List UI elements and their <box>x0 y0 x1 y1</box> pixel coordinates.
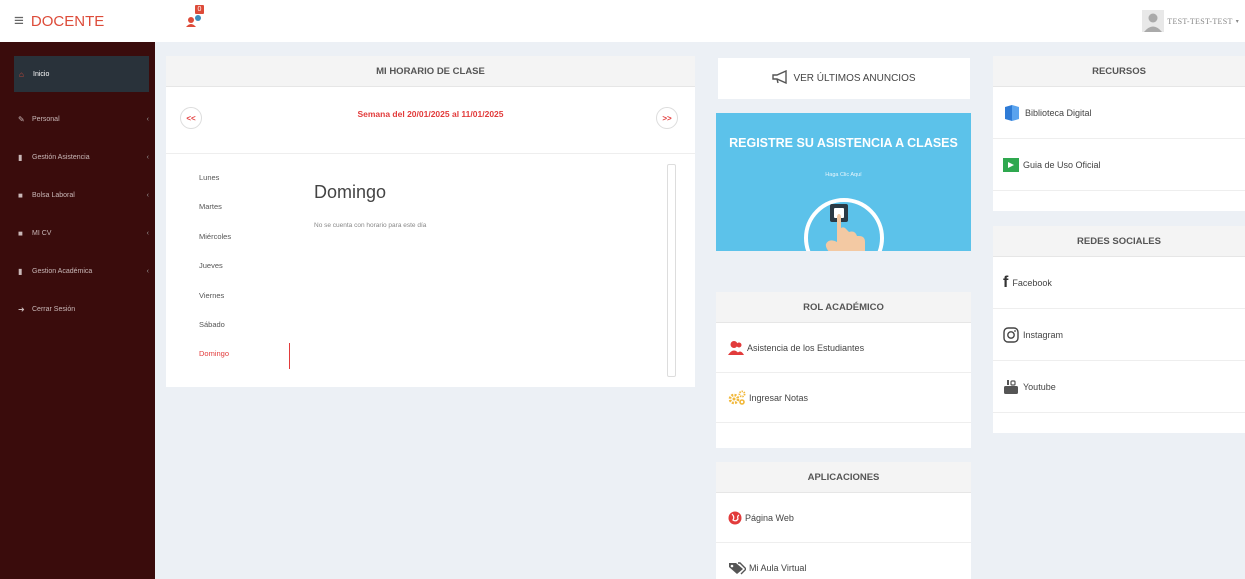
virtual-classroom-link[interactable]: Mi Aula Virtual <box>716 543 971 579</box>
bullhorn-icon <box>772 69 790 87</box>
hamburger-icon: ≡ <box>14 11 24 30</box>
student-attendance-link[interactable]: Asistencia de los Estudiantes <box>716 323 971 373</box>
day-miercoles[interactable]: Miércoles <box>199 232 289 261</box>
day-list: Lunes Martes Miércoles Jueves Viernes Sá… <box>199 173 289 379</box>
scrollbar[interactable] <box>667 164 676 377</box>
facebook-icon: f <box>1003 273 1009 291</box>
banner-subtitle: Haga Clic Aquí <box>825 172 862 178</box>
day-sabado[interactable]: Sábado <box>199 320 289 349</box>
enter-grades-label: Ingresar Notas <box>749 392 809 403</box>
sidebar-item-label: Personal <box>32 115 60 123</box>
sidebar-item-gestion-asistencia[interactable]: ▮ Gestión Asistencia ‹ <box>0 138 155 176</box>
facebook-link[interactable]: f Facebook <box>993 257 1245 309</box>
schedule-panel: MI HORARIO DE CLASE << Semana del 20/01/… <box>166 56 695 387</box>
sidebar: ⌂ Inicio ✎ Personal ‹ ▮ Gestión Asistenc… <box>0 42 155 579</box>
hand-touch-icon <box>804 198 884 251</box>
instagram-icon <box>1003 326 1019 343</box>
view-announcements-button[interactable]: VER ÚLTIMOS ANUNCIOS <box>718 58 970 99</box>
empty-schedule-message: No se cuenta con horario para este día <box>314 222 427 229</box>
bookmark-icon: ▮ <box>18 152 23 162</box>
day-martes[interactable]: Martes <box>199 202 289 231</box>
resources-panel: RECURSOS Biblioteca Digital Guia de Uso … <box>993 56 1245 211</box>
user-name: TEST-TEST-TEST <box>1167 16 1233 26</box>
selected-day-marker <box>289 343 290 369</box>
sidebar-item-mi-cv[interactable]: ■ MI CV ‹ <box>0 214 155 252</box>
register-attendance-banner[interactable]: REGISTRE SU ASISTENCIA A CLASES Haga Cli… <box>716 113 971 251</box>
academic-role-panel: ROL ACADÉMICO Asistencia de los Estudian… <box>716 292 971 448</box>
week-label: Semana del 20/01/2025 al 11/01/2025 <box>357 109 504 119</box>
edit-icon: ✎ <box>18 114 25 124</box>
chevron-left-icon: ‹ <box>146 115 149 123</box>
sidebar-item-cerrar-sesion[interactable]: ➜ Cerrar Sesión <box>0 290 155 328</box>
youtube-label: Youtube <box>1023 381 1056 392</box>
top-navbar: ≡ DOCENTE 0 TEST-TEST-TEST ▾ <box>0 0 1245 42</box>
banner-title: REGISTRE SU ASISTENCIA A CLASES <box>729 136 958 150</box>
selected-day-title: Domingo <box>314 182 387 202</box>
guide-icon <box>1003 157 1019 172</box>
announcements-label: VER ÚLTIMOS ANUNCIOS <box>793 73 916 84</box>
enter-grades-link[interactable]: Ingresar Notas <box>716 373 971 423</box>
day-viernes[interactable]: Viernes <box>199 291 289 320</box>
youtube-link[interactable]: Youtube <box>993 361 1245 413</box>
library-icon <box>1003 104 1021 122</box>
instagram-link[interactable]: Instagram <box>993 309 1245 361</box>
week-navigator: << Semana del 20/01/2025 al 11/01/2025 >… <box>166 87 695 153</box>
sidebar-toggle[interactable]: ≡ DOCENTE <box>0 0 155 42</box>
official-guide-label: Guia de Uso Oficial <box>1023 159 1101 170</box>
sidebar-item-label: Gestion Académica <box>32 267 93 275</box>
bookmark-icon: ▮ <box>18 266 23 276</box>
user-menu[interactable]: TEST-TEST-TEST ▾ <box>1142 10 1239 32</box>
digital-library-link[interactable]: Biblioteca Digital <box>993 87 1245 139</box>
chevron-left-icon: ‹ <box>146 229 149 237</box>
globe-icon <box>728 511 742 525</box>
briefcase-icon: ■ <box>18 228 23 238</box>
briefcase-icon: ■ <box>18 190 23 200</box>
student-attendance-label: Asistencia de los Estudiantes <box>747 342 865 353</box>
gears-icon <box>728 390 746 406</box>
sidebar-item-gestion-academica[interactable]: ▮ Gestion Académica ‹ <box>0 252 155 290</box>
sidebar-item-inicio[interactable]: ⌂ Inicio <box>14 56 149 92</box>
day-jueves[interactable]: Jueves <box>199 261 289 290</box>
notification-badge: 0 <box>195 5 204 14</box>
digital-library-label: Biblioteca Digital <box>1025 107 1092 118</box>
sidebar-item-label: MI CV <box>32 229 52 237</box>
schedule-title: MI HORARIO DE CLASE <box>166 56 695 87</box>
instagram-label: Instagram <box>1023 329 1064 340</box>
social-networks-title: REDES SOCIALES <box>993 226 1245 257</box>
sidebar-item-label: Bolsa Laboral <box>32 191 75 199</box>
website-label: Página Web <box>745 512 794 523</box>
divider <box>166 153 695 154</box>
social-networks-panel: REDES SOCIALES f Facebook Instagram Yout… <box>993 226 1245 433</box>
home-icon: ⌂ <box>19 69 24 79</box>
notifications-button[interactable]: 0 <box>183 5 205 29</box>
sidebar-item-bolsa-laboral[interactable]: ■ Bolsa Laboral ‹ <box>0 176 155 214</box>
facebook-label: Facebook <box>1012 277 1052 288</box>
applications-title: APLICACIONES <box>716 462 971 493</box>
user-avatar-icon <box>1142 10 1165 32</box>
applications-panel: APLICACIONES Página Web Mi Aula Virtual <box>716 462 971 579</box>
sidebar-item-personal[interactable]: ✎ Personal ‹ <box>0 100 155 138</box>
chevron-left-icon: ‹ <box>146 153 149 161</box>
academic-role-title: ROL ACADÉMICO <box>716 292 971 323</box>
day-lunes[interactable]: Lunes <box>199 173 289 202</box>
virtual-classroom-label: Mi Aula Virtual <box>749 562 807 573</box>
brand-title: DOCENTE <box>30 12 105 30</box>
sidebar-item-label: Gestión Asistencia <box>32 153 90 161</box>
sidebar-item-label: Cerrar Sesión <box>32 305 76 313</box>
chevron-left-icon: ‹ <box>146 267 149 275</box>
sign-out-icon: ➜ <box>18 304 25 314</box>
chevron-left-icon: ‹ <box>146 191 149 199</box>
tags-icon <box>728 561 746 575</box>
sidebar-item-label: Inicio <box>33 70 50 78</box>
youtube-icon <box>1003 379 1019 395</box>
official-guide-link[interactable]: Guia de Uso Oficial <box>993 139 1245 191</box>
resources-title: RECURSOS <box>993 56 1245 87</box>
caret-down-icon: ▾ <box>1235 18 1239 25</box>
users-icon <box>728 340 744 356</box>
website-link[interactable]: Página Web <box>716 493 971 543</box>
next-week-button[interactable]: >> <box>656 107 678 129</box>
day-domingo[interactable]: Domingo <box>199 349 289 378</box>
